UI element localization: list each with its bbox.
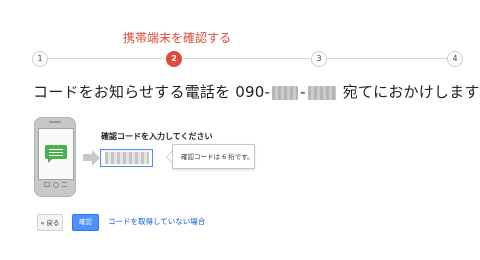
heading-separator: - <box>300 83 306 101</box>
step-3-indicator: 3 <box>311 51 327 67</box>
verification-code-input[interactable] <box>100 149 153 167</box>
page-heading: コードをお知らせする電話を 090- - 宛てにおかけします <box>33 81 480 102</box>
phone-back-key-icon <box>44 182 50 187</box>
verify-button[interactable]: 確認 <box>72 214 99 231</box>
active-step-label: 携帯端末を確認する <box>123 31 232 45</box>
back-button[interactable]: « 戻る <box>37 214 63 231</box>
redacted-phone-segment <box>307 85 336 100</box>
message-icon <box>45 145 67 159</box>
step-connector <box>183 58 310 59</box>
no-code-link[interactable]: コードを取得していない場合 <box>108 216 205 227</box>
message-icon-tail <box>48 159 52 163</box>
phone-menu-key-icon <box>62 182 67 187</box>
step-4-indicator: 4 <box>447 51 463 67</box>
heading-prefix: コードをお知らせする電話を 090- <box>33 83 271 101</box>
code-input-label: 確認コードを入力してください <box>101 132 213 141</box>
step-connector <box>327 58 447 59</box>
step-1-indicator: 1 <box>32 51 48 67</box>
heading-suffix: 宛てにおかけします <box>337 83 480 101</box>
code-hint-tooltip: 確認コードは 6 桁です。 <box>172 144 255 169</box>
phone-home-key-icon <box>53 182 59 188</box>
phone-speaker <box>49 121 61 123</box>
tooltip-pointer-fill <box>167 152 172 162</box>
step-connector <box>47 58 164 59</box>
redacted-phone-segment <box>272 85 299 100</box>
step-2-indicator: 2 <box>166 51 182 67</box>
